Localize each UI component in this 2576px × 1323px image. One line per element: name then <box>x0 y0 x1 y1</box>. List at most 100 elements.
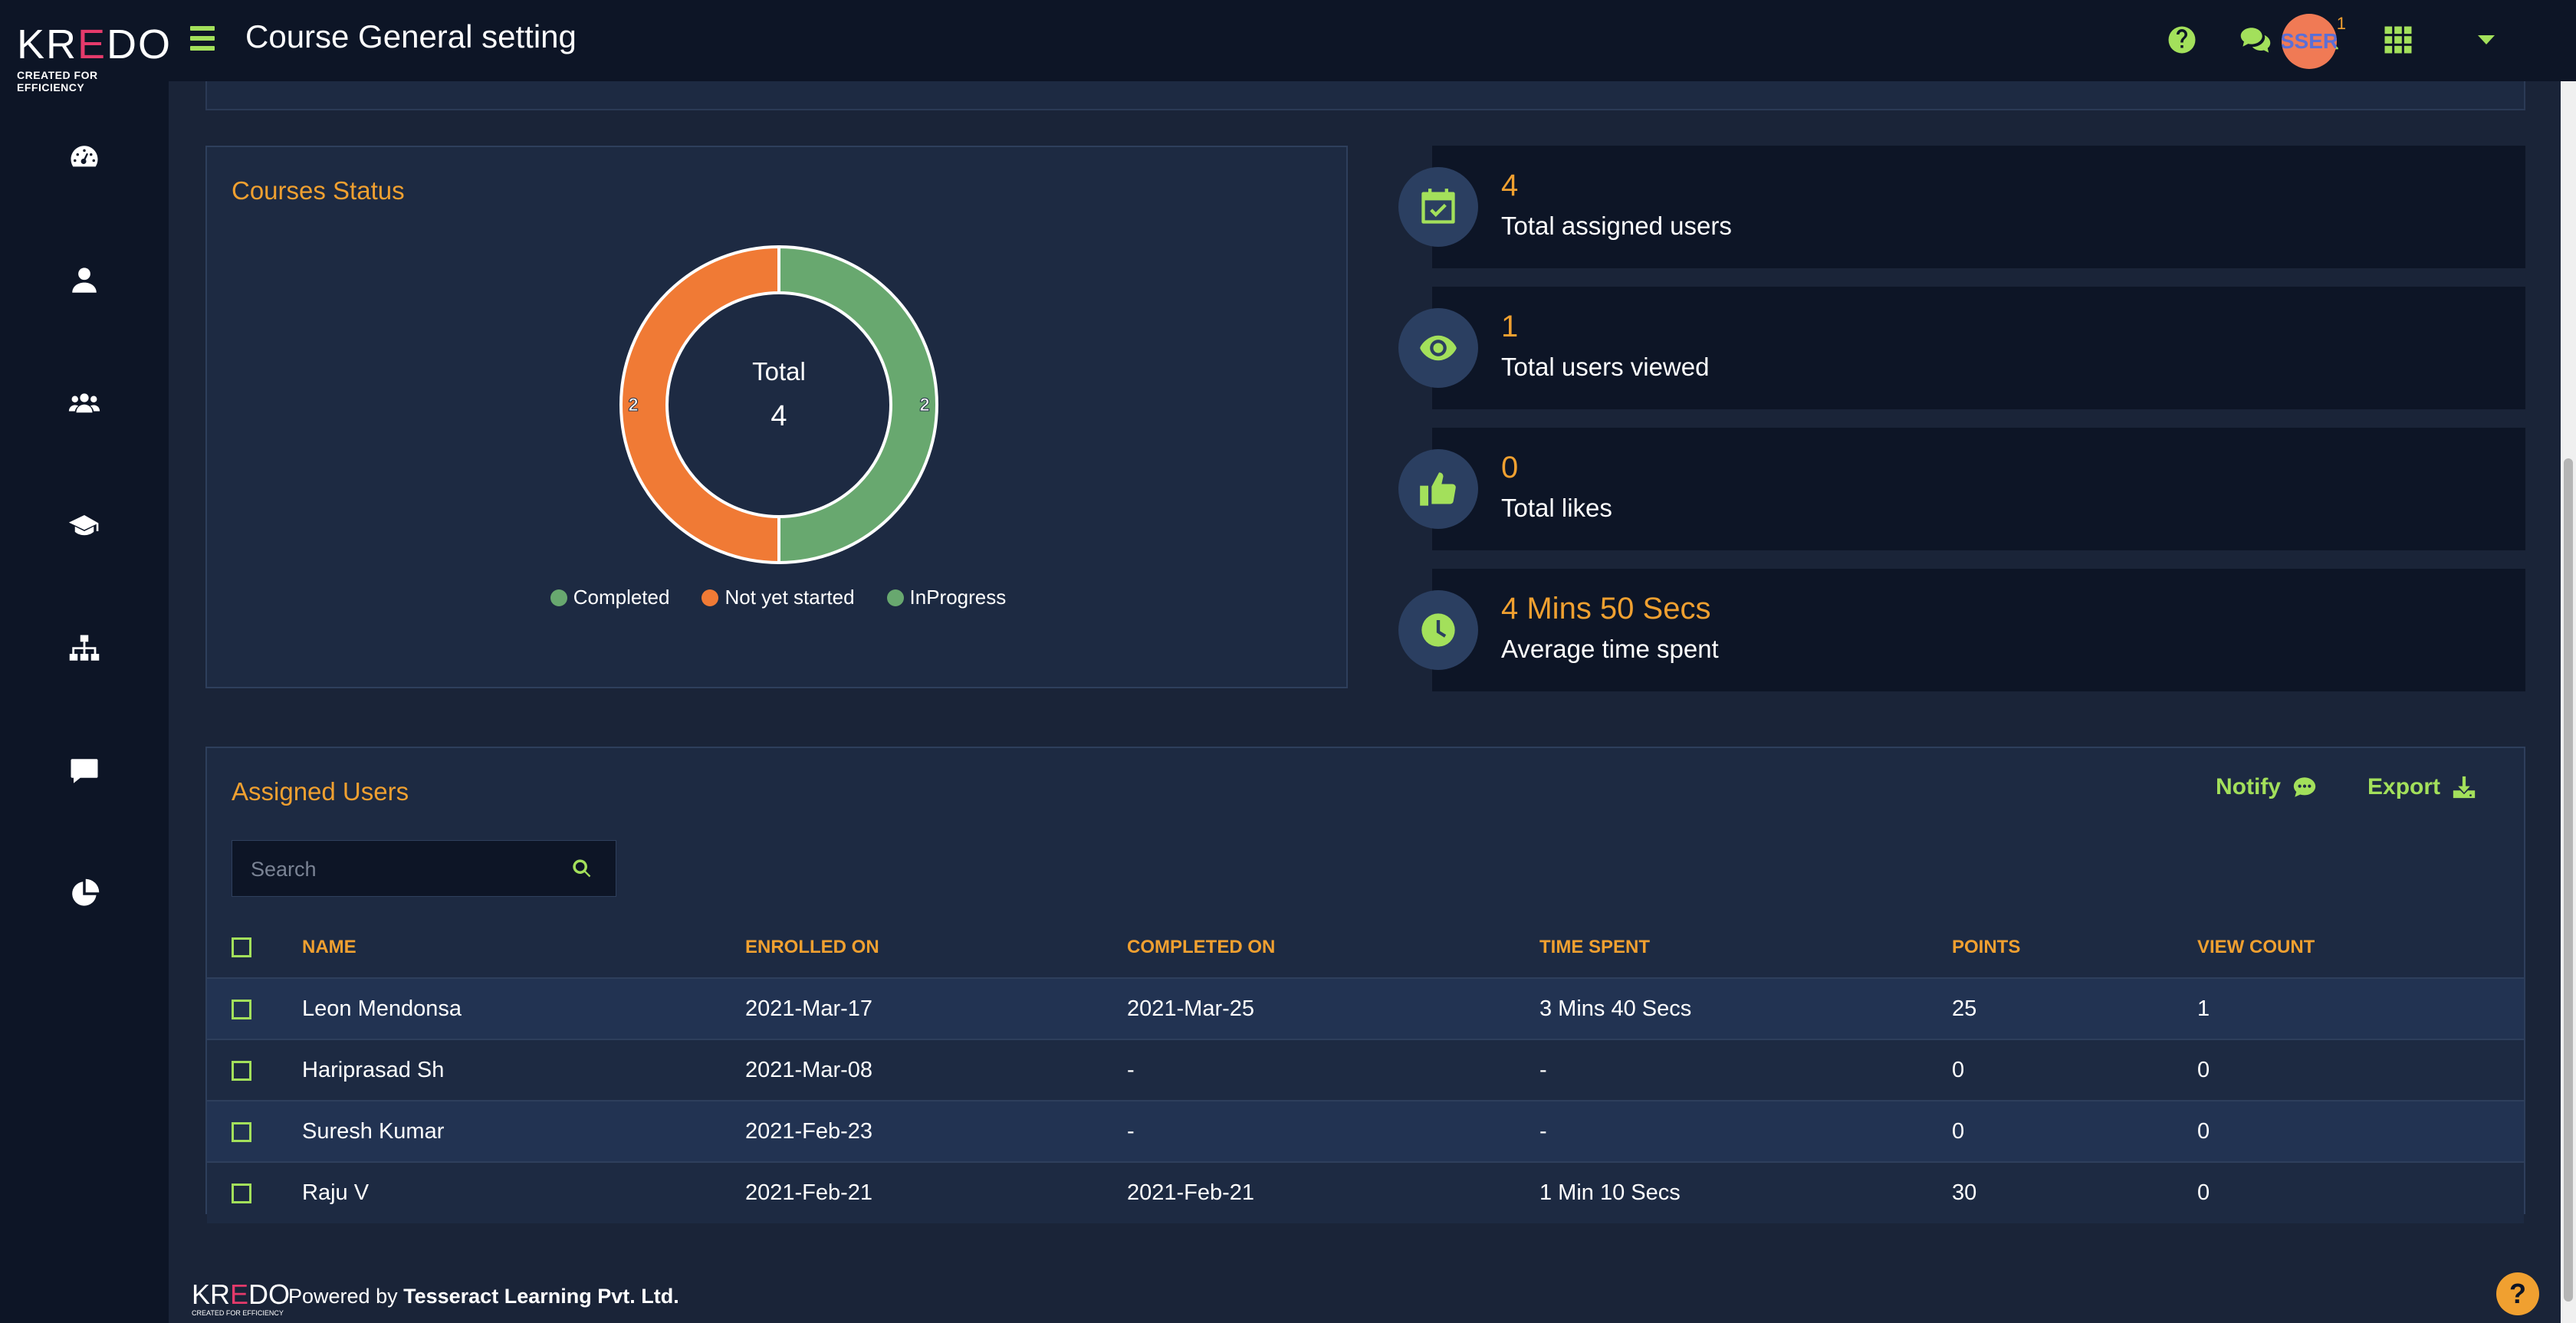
stat-value: 1 <box>1501 310 1519 343</box>
donut-center-label: Total <box>752 357 806 386</box>
cell-enrolled: 2021-Mar-17 <box>745 977 1127 1039</box>
stat-icon-circle <box>1398 590 1478 670</box>
courses-status-title: Courses Status <box>232 176 405 205</box>
cell-points: 0 <box>1952 1039 2197 1101</box>
table-row: Leon Mendonsa 2021-Mar-17 2021-Mar-25 3 … <box>207 977 2524 1039</box>
notification-count-badge: 1 <box>2336 14 2346 33</box>
legend-dot <box>886 589 904 606</box>
thumbs-up-icon <box>1420 472 1456 506</box>
column-header-name[interactable]: NAME <box>302 917 745 978</box>
sitemap-icon <box>69 635 100 661</box>
stat-label: Total likes <box>1501 494 1612 522</box>
stat-icon-circle <box>1398 167 1478 247</box>
export-button[interactable]: Export <box>2367 774 2477 800</box>
cell-points: 30 <box>1952 1161 2197 1223</box>
column-header-view-count[interactable]: VIEW COUNT <box>2197 917 2524 978</box>
column-header-completed[interactable]: COMPLETED ON <box>1127 917 1539 978</box>
stat-icon-circle <box>1398 308 1478 388</box>
assigned-users-title: Assigned Users <box>232 777 409 806</box>
footer-logo: KREDO CREATED FOR EFFICIENCY <box>192 1279 291 1318</box>
comments-icon <box>2240 28 2271 53</box>
table-row: Suresh Kumar 2021-Feb-23 - - 0 0 <box>207 1100 2524 1162</box>
column-header-enrolled[interactable]: ENROLLED ON <box>745 917 1127 978</box>
cell-enrolled: 2021-Feb-21 <box>745 1161 1127 1223</box>
footer-logo-accent: E <box>230 1279 249 1310</box>
courses-status-panel: Courses Status 22 Total 4 Completed Not … <box>205 146 1348 688</box>
apps-button[interactable] <box>2377 18 2420 61</box>
chat-button[interactable] <box>2234 18 2277 61</box>
sidebar-item-dashboard[interactable] <box>61 135 107 181</box>
cell-points: 0 <box>1952 1100 2197 1162</box>
sidebar-item-reports[interactable] <box>61 871 107 917</box>
menu-toggle-icon[interactable] <box>190 26 215 54</box>
dashboard-icon <box>71 146 98 167</box>
legend-dot <box>550 589 567 606</box>
cell-completed: 2021-Feb-21 <box>1127 1161 1539 1223</box>
notify-button[interactable]: Notify <box>2216 774 2318 800</box>
question-circle-icon <box>2168 26 2196 54</box>
stat-card-time: 4 Mins 50 Secs Average time spent <box>1432 569 2525 691</box>
export-label: Export <box>2367 774 2441 799</box>
legend-item-in-progress[interactable]: InProgress <box>886 586 1006 609</box>
sidebar-item-hierarchy[interactable] <box>61 625 107 671</box>
footer-logo-text: KR <box>192 1279 231 1310</box>
graduation-cap-icon <box>68 515 99 536</box>
legend-label: Not yet started <box>724 586 855 609</box>
help-fab-button[interactable]: ? <box>2496 1272 2539 1315</box>
notify-label: Notify <box>2216 774 2281 799</box>
select-all-checkbox[interactable] <box>232 937 251 958</box>
search-button[interactable] <box>571 858 594 881</box>
chevron-down-icon[interactable] <box>2478 35 2495 44</box>
cell-points: 25 <box>1952 977 2197 1039</box>
row-checkbox[interactable] <box>232 999 251 1019</box>
sidebar-item-user[interactable] <box>61 258 107 304</box>
help-button[interactable] <box>2160 18 2203 61</box>
sidebar-item-courses[interactable] <box>61 503 107 549</box>
search-input[interactable] <box>251 855 557 884</box>
page-title: Course General setting <box>245 18 577 54</box>
table-header-row: NAME ENROLLED ON COMPLETED ON TIME SPENT… <box>207 917 2524 978</box>
row-checkbox[interactable] <box>232 1121 251 1142</box>
top-panel-strip <box>205 81 2525 110</box>
eye-icon <box>1420 335 1457 361</box>
cell-time-spent: - <box>1539 1100 1952 1162</box>
row-checkbox[interactable] <box>232 1183 251 1204</box>
column-header-points[interactable]: POINTS <box>1952 917 2197 978</box>
row-checkbox[interactable] <box>232 1060 251 1081</box>
comment-icon <box>71 759 98 783</box>
select-all-cell <box>207 917 302 978</box>
assigned-users-table: NAME ENROLLED ON COMPLETED ON TIME SPENT… <box>207 917 2524 1223</box>
sidebar-item-groups[interactable] <box>61 380 107 426</box>
stat-value: 0 <box>1501 451 1519 484</box>
legend-dot <box>702 589 719 606</box>
legend-item-completed[interactable]: Completed <box>550 586 669 609</box>
cell-view-count: 0 <box>2197 1161 2524 1223</box>
scrollbar-thumb[interactable] <box>2564 458 2573 1302</box>
logo-tagline: CREATED FOR EFFICIENCY <box>17 69 98 94</box>
stat-label: Average time spent <box>1501 635 1719 663</box>
legend-item-not-started[interactable]: Not yet started <box>702 586 855 609</box>
search-icon <box>573 859 591 878</box>
logo-text-end: DO <box>107 21 172 67</box>
column-header-time-spent[interactable]: TIME SPENT <box>1539 917 1952 978</box>
cell-name: Leon Mendonsa <box>302 977 745 1039</box>
page-scrollbar[interactable] <box>2561 81 2576 1323</box>
user-avatar[interactable]: SSER <box>2282 14 2337 69</box>
footer-logo-text-end: DO <box>248 1279 291 1310</box>
logo-text-accent: E <box>77 21 107 67</box>
assigned-users-panel: Assigned Users Notify Export NAME ENROLL… <box>205 747 2525 1223</box>
cell-completed: - <box>1127 1100 1539 1162</box>
sidebar-item-messages[interactable] <box>61 748 107 794</box>
row-select-cell <box>207 1100 302 1162</box>
cell-time-spent: 3 Mins 40 Secs <box>1539 977 1952 1039</box>
user-icon <box>72 268 97 293</box>
stat-card-likes: 0 Total likes <box>1432 428 2525 550</box>
calendar-check-icon <box>1421 189 1455 224</box>
stat-card-viewed: 1 Total users viewed <box>1432 287 2525 409</box>
chart-legend: Completed Not yet started InProgress <box>207 586 1349 609</box>
kredo-logo[interactable]: KREDO CREATED FOR EFFICIENCY <box>17 21 170 94</box>
row-select-cell <box>207 1161 302 1223</box>
company-name: Tesseract Learning Pvt. Ltd. <box>403 1285 679 1308</box>
table-row: Haripras­ad Sh 2021-Mar-08 - - 0 0 <box>207 1039 2524 1101</box>
cell-view-count: 1 <box>2197 977 2524 1039</box>
